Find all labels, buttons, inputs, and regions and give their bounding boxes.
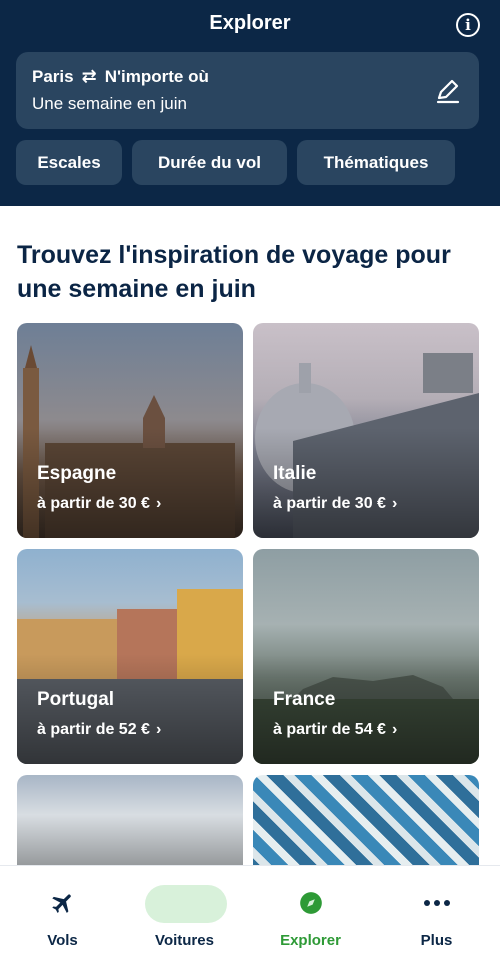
price-text: à partir de 54 €: [273, 721, 386, 738]
nav-item-vols[interactable]: Vols: [0, 866, 125, 967]
destination-price: à partir de 30 € ›: [273, 495, 397, 513]
top-header: Explorer i Paris ⇄ N'importe où Une sema…: [0, 0, 500, 206]
search-summary[interactable]: Paris ⇄ N'importe où Une semaine en juin: [16, 52, 479, 129]
price-text: à partir de 30 €: [273, 495, 386, 512]
nav-label-plus: Plus: [420, 932, 453, 949]
destination-name: France: [273, 689, 336, 710]
nav-item-explorer[interactable]: Explorer: [248, 866, 373, 967]
route-line: Paris ⇄ N'importe où: [32, 66, 209, 87]
active-nav-pill: [145, 885, 227, 923]
chevron-right-icon: ›: [155, 495, 162, 512]
destination-price: à partir de 54 € ›: [273, 721, 397, 739]
nav-label-voitures: Voitures: [155, 932, 214, 949]
filter-chip-thematiques[interactable]: Thématiques: [297, 140, 455, 185]
destination-price: à partir de 30 € ›: [37, 495, 161, 513]
price-text: à partir de 30 €: [37, 495, 150, 512]
swap-arrows-icon: ⇄: [81, 66, 97, 86]
filter-chip-duree-vol[interactable]: Durée du vol: [132, 140, 287, 185]
destination-card-portugal[interactable]: Portugal à partir de 52 € ›: [17, 549, 243, 764]
plane-icon: [48, 888, 78, 918]
compass-icon: [296, 888, 326, 918]
price-text: à partir de 52 €: [37, 721, 150, 738]
more-dots-icon: [422, 888, 452, 918]
destination-label: N'importe où: [104, 66, 209, 86]
filter-chips: Escales Durée du vol Thématiques: [16, 140, 455, 185]
origin-label: Paris: [32, 66, 74, 86]
chevron-right-icon: ›: [391, 721, 398, 738]
inspiration-headline: Trouvez l'inspiration de voyage pour une…: [17, 241, 451, 303]
nav-item-plus[interactable]: Plus: [374, 866, 499, 967]
page-title: Explorer: [209, 12, 291, 34]
chevron-right-icon: ›: [391, 495, 398, 512]
nav-label-vols: Vols: [47, 932, 78, 949]
filter-chip-escales[interactable]: Escales: [16, 140, 122, 185]
destination-card-partial-tiles[interactable]: [253, 775, 479, 875]
dates-label: Une semaine en juin: [32, 94, 187, 113]
nav-label-explorer: Explorer: [280, 932, 341, 949]
destination-card-france[interactable]: France à partir de 54 € ›: [253, 549, 479, 764]
destination-card-italie[interactable]: Italie à partir de 30 € ›: [253, 323, 479, 538]
destination-name: Portugal: [37, 689, 115, 710]
destination-name: Italie: [273, 463, 317, 484]
pencil-icon[interactable]: [433, 76, 463, 106]
destination-price: à partir de 52 € ›: [37, 721, 161, 739]
destination-card-espagne[interactable]: Espagne à partir de 30 € ›: [17, 323, 243, 538]
info-icon[interactable]: i: [456, 13, 480, 37]
destination-name: Espagne: [37, 463, 117, 484]
bottom-navigation: Vols Voitures Explorer Plus: [0, 865, 500, 967]
chevron-right-icon: ›: [155, 721, 162, 738]
destination-card-partial-mountains[interactable]: [17, 775, 243, 875]
